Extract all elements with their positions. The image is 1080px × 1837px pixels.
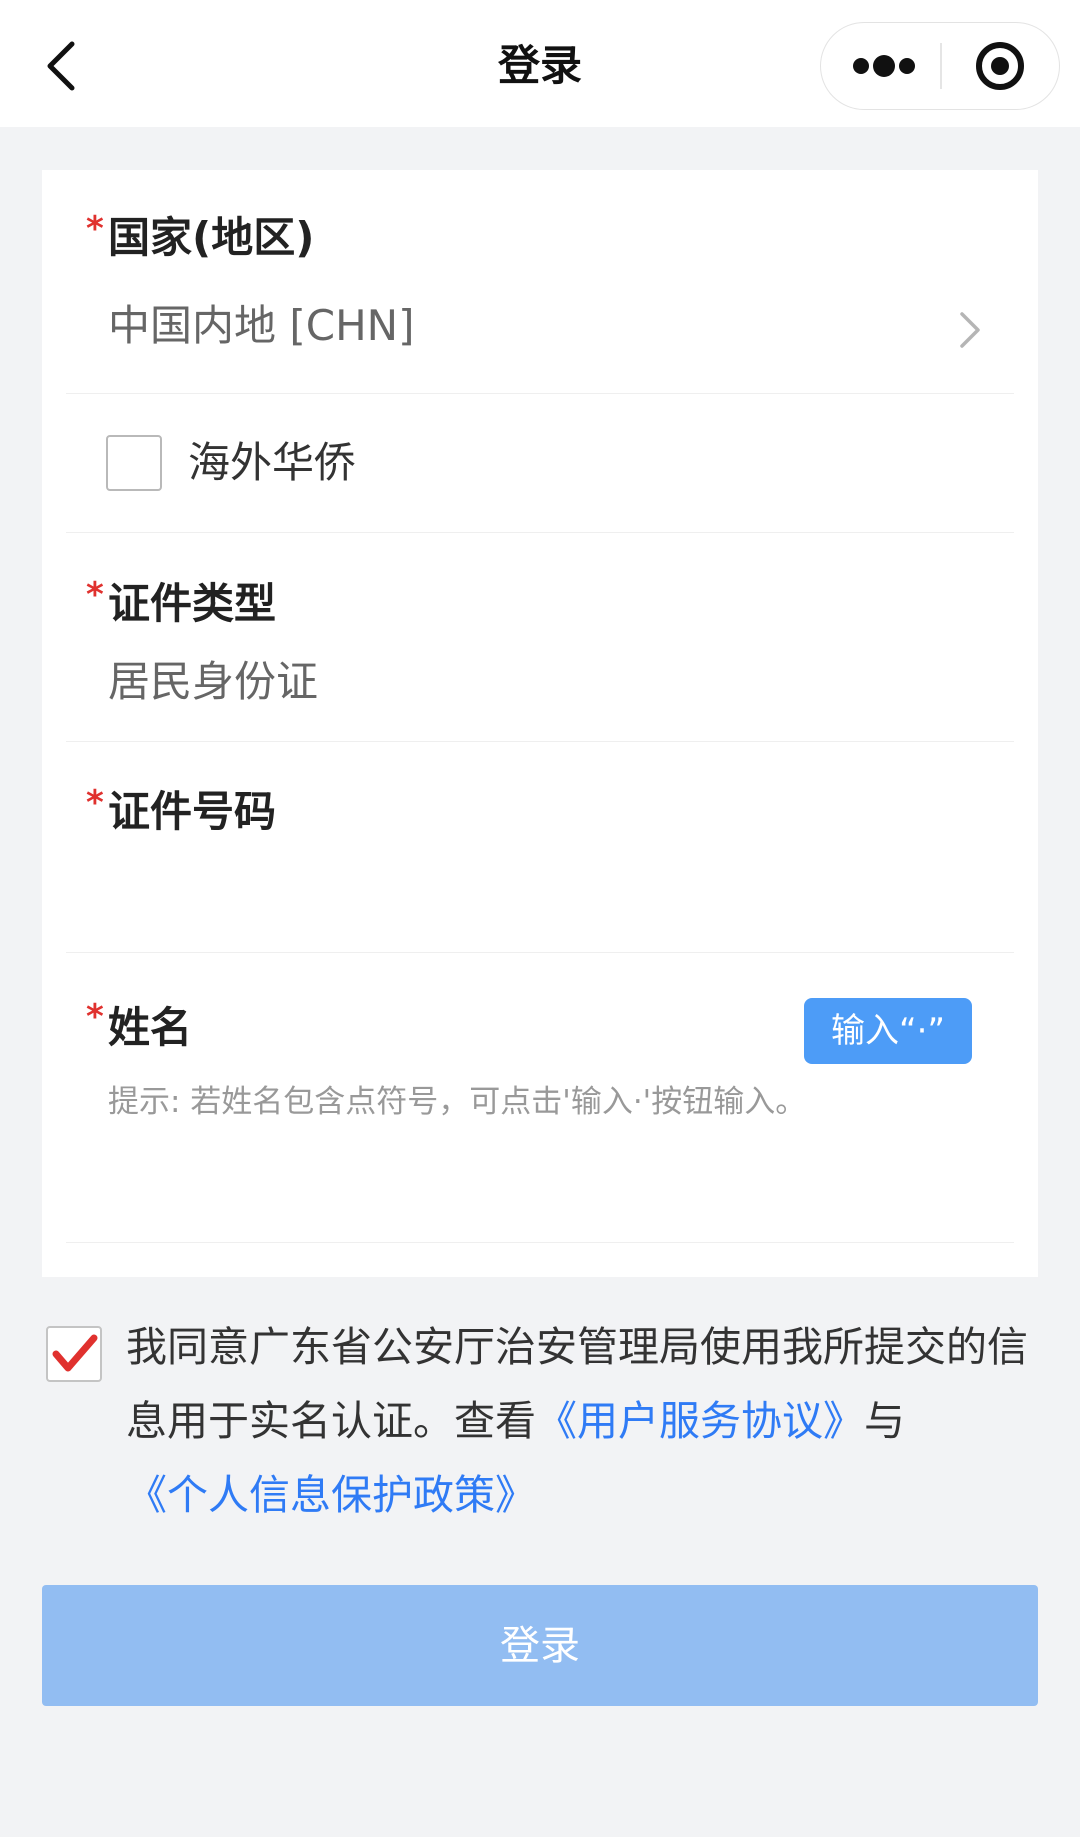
divider (66, 952, 1014, 953)
country-value: 中国内地 [CHN] (108, 301, 415, 350)
overseas-label: 海外华侨 (188, 438, 357, 487)
country-selector[interactable]: 中国内地 [CHN] (42, 280, 1038, 390)
checkmark-icon (52, 1334, 98, 1372)
navigation-bar: 登录 (0, 0, 1080, 127)
name-input[interactable] (108, 1150, 988, 1210)
overseas-checkbox[interactable] (106, 435, 162, 491)
id-type-label: 证件类型 (108, 579, 277, 628)
chevron-right-icon (960, 312, 980, 348)
required-mark: * (86, 575, 104, 615)
mini-program-capsule (820, 22, 1060, 110)
login-form-card: * 国家(地区) 中国内地 [CHN] 海外华侨 * 证件类型 居民身份证 * … (42, 170, 1038, 1277)
name-label: 姓名 (108, 1003, 193, 1052)
agreement-checkbox[interactable] (46, 1326, 102, 1382)
id-number-label: 证件号码 (108, 787, 277, 836)
required-mark: * (86, 783, 104, 823)
insert-dot-button[interactable]: 输入“·” (804, 998, 972, 1064)
more-button[interactable] (821, 23, 940, 109)
divider (66, 741, 1014, 742)
agreement-text-mid: 与 (864, 1397, 905, 1445)
close-button[interactable] (942, 23, 1061, 109)
country-label: 国家(地区) (108, 213, 315, 262)
login-button[interactable]: 登录 (42, 1585, 1038, 1706)
required-mark: * (86, 209, 104, 249)
service-agreement-link[interactable]: 《用户服务协议》 (536, 1397, 864, 1445)
divider (66, 1242, 1014, 1243)
target-close-icon (976, 42, 1024, 90)
overseas-chinese-option[interactable]: 海外华侨 (42, 393, 1038, 531)
privacy-policy-link[interactable]: 《个人信息保护政策》 (126, 1471, 536, 1519)
divider (66, 532, 1014, 533)
agreement-text: 我同意广东省公安厅治安管理局使用我所提交的信息用于实名认证。查看《用户服务协议》… (126, 1310, 1036, 1532)
required-mark: * (86, 997, 104, 1037)
id-number-input[interactable] (108, 862, 988, 922)
name-hint: 提示: 若姓名包含点符号，可点击'输入·'按钮输入。 (108, 1084, 807, 1120)
more-dots-icon (853, 55, 915, 77)
id-type-value[interactable]: 居民身份证 (108, 654, 318, 710)
